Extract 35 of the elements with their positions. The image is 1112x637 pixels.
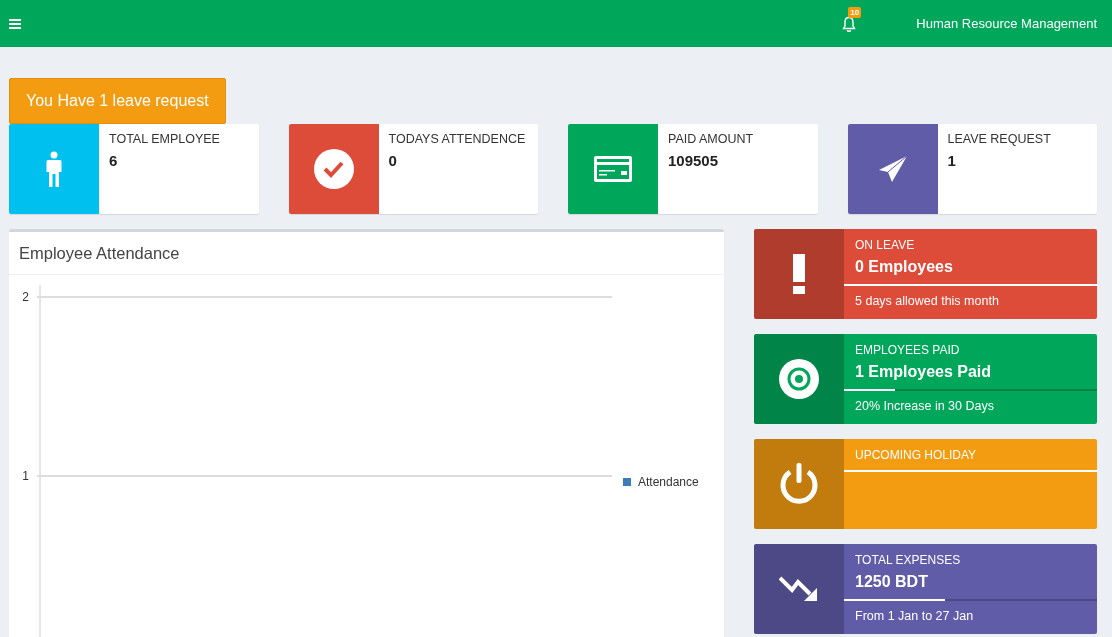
stat-label: PAID AMOUNT [668,132,754,146]
trend-down-icon [779,574,819,604]
info-number: 0 Employees [854,257,954,276]
notification-count-badge: 10 [848,6,862,18]
info-description: 20% Increase in 30 Days [854,398,995,413]
app-title: Human Resource Management [916,16,1097,31]
paper-plane-icon [877,155,908,183]
info-number: 1 Employees Paid [854,362,993,381]
check-circle-icon [313,149,354,189]
exclamation-icon [792,254,806,294]
stat-label: TOTAL EMPLOYEE [109,132,220,146]
person-icon [46,151,62,187]
info-description: 5 days allowed this month [854,293,1000,308]
legend-label: Attendance [638,475,699,489]
credit-card-icon [593,155,633,183]
info-title: EMPLOYEES PAID [854,343,961,357]
stat-value: 1 [947,152,957,169]
y-tick-label: 2 [22,290,29,304]
info-title: ON LEAVE [854,238,916,252]
stat-value: 0 [388,152,398,169]
info-title: UPCOMING HOLIDAY [854,448,978,462]
menu-icon[interactable] [9,18,21,29]
stat-label: LEAVE REQUEST [947,132,1051,146]
power-icon [779,463,819,505]
y-tick-label: 1 [22,469,29,483]
panel-title: Employee Attendance [9,232,724,275]
target-icon [779,359,819,399]
bell-icon[interactable] [842,15,857,32]
stat-value: 6 [109,152,119,169]
info-title: TOTAL EXPENSES [854,553,962,567]
stat-label: TODAYS ATTENDENCE [388,132,526,146]
stat-value: 109505 [668,152,720,169]
leave-request-button[interactable]: You Have 1 leave request [9,78,226,124]
info-description: From 1 Jan to 27 Jan [854,608,975,623]
info-number: 1250 BDT [854,572,929,591]
